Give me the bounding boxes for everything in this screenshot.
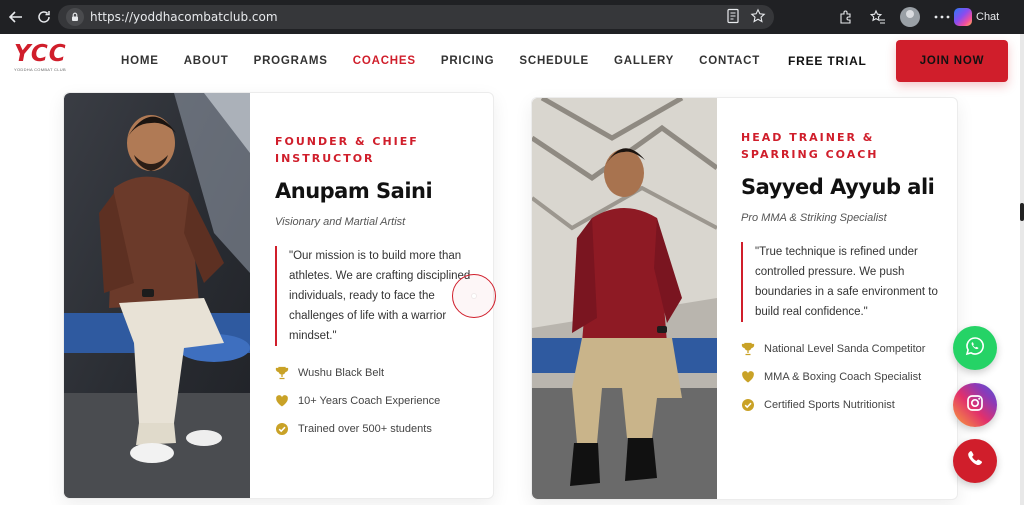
check-circle-icon (741, 398, 755, 412)
coach-card: HEAD TRAINER & SPARRING COACH Sayyed Ayy… (531, 97, 958, 500)
site-header: YCC YODDHA COMBAT CLUB HOME ABOUT PROGRA… (0, 34, 1020, 92)
trophy-icon (275, 366, 289, 380)
coach-photo (64, 93, 250, 498)
nav-home[interactable]: HOME (121, 55, 159, 67)
address-bar[interactable]: https://yoddhacombatclub.com (58, 5, 774, 29)
nav-gallery[interactable]: GALLERY (614, 55, 674, 67)
heart-icon (741, 370, 755, 384)
feature-item: Wushu Black Belt (275, 364, 485, 383)
extensions-icon[interactable] (834, 5, 858, 29)
coach-features: National Level Sanda Competitor MMA & Bo… (741, 340, 951, 415)
cursor-dot (472, 294, 476, 298)
coach-info: HEAD TRAINER & SPARRING COACH Sayyed Ayy… (741, 98, 951, 499)
coach-name: Sayyed Ayyub ali (741, 175, 935, 199)
heart-icon (275, 394, 289, 408)
free-trial-link[interactable]: FREE TRIAL (788, 54, 867, 68)
reload-icon[interactable] (30, 3, 58, 31)
favorite-star-icon[interactable] (750, 8, 766, 29)
coach-quote: "True technique is refined under control… (741, 242, 951, 322)
coach-features: Wushu Black Belt 10+ Years Coach Experie… (275, 364, 485, 439)
back-arrow-icon[interactable] (2, 3, 30, 31)
feature-item: Certified Sports Nutritionist (741, 396, 951, 415)
check-circle-icon (275, 422, 289, 436)
feature-item: National Level Sanda Competitor (741, 340, 951, 359)
coach-role: FOUNDER & CHIEF INSTRUCTOR (275, 135, 419, 165)
scrollbar-thumb[interactable] (1020, 203, 1024, 221)
whatsapp-icon (965, 336, 985, 361)
reader-view-icon[interactable] (726, 8, 740, 29)
coach-subtitle: Visionary and Martial Artist (275, 216, 406, 228)
nav-schedule[interactable]: SCHEDULE (519, 55, 589, 67)
whatsapp-button[interactable] (953, 326, 997, 370)
coach-subtitle: Pro MMA & Striking Specialist (741, 212, 887, 224)
phone-button[interactable] (953, 439, 997, 483)
join-now-button[interactable]: JOIN NOW (896, 40, 1008, 82)
phone-icon (965, 449, 985, 474)
nav-programs[interactable]: PROGRAMS (254, 55, 328, 67)
site-info-icon[interactable] (66, 8, 84, 26)
nav-coaches[interactable]: COACHES (353, 55, 416, 67)
copilot-icon (954, 8, 972, 26)
coach-role: HEAD TRAINER & SPARRING COACH (741, 131, 879, 161)
copilot-chat-button[interactable]: Chat (954, 5, 999, 29)
instagram-button[interactable] (953, 383, 997, 427)
nav-contact[interactable]: CONTACT (699, 55, 760, 67)
coach-photo (532, 98, 717, 499)
ycc-logo[interactable]: YCC YODDHA COMBAT CLUB (14, 42, 76, 82)
feature-item: MMA & Boxing Coach Specialist (741, 368, 951, 387)
feature-item: Trained over 500+ students (275, 420, 485, 439)
coach-card: FOUNDER & CHIEF INSTRUCTOR Anupam Saini … (63, 92, 494, 499)
favorites-icon[interactable] (866, 5, 890, 29)
nav-about[interactable]: ABOUT (184, 55, 229, 67)
nav-pricing[interactable]: PRICING (441, 55, 495, 67)
window-edge (1020, 34, 1024, 505)
trophy-icon (741, 342, 755, 356)
profile-avatar[interactable] (898, 5, 922, 29)
browser-toolbar: https://yoddhacombatclub.com Chat (0, 0, 1024, 34)
chat-label: Chat (976, 11, 1000, 23)
main-nav: HOME ABOUT PROGRAMS COACHES PRICING SCHE… (121, 55, 785, 67)
more-menu-icon[interactable] (930, 5, 954, 29)
feature-item: 10+ Years Coach Experience (275, 392, 485, 411)
instagram-icon (965, 393, 985, 418)
url-text: https://yoddhacombatclub.com (90, 10, 278, 24)
coach-name: Anupam Saini (275, 179, 433, 203)
